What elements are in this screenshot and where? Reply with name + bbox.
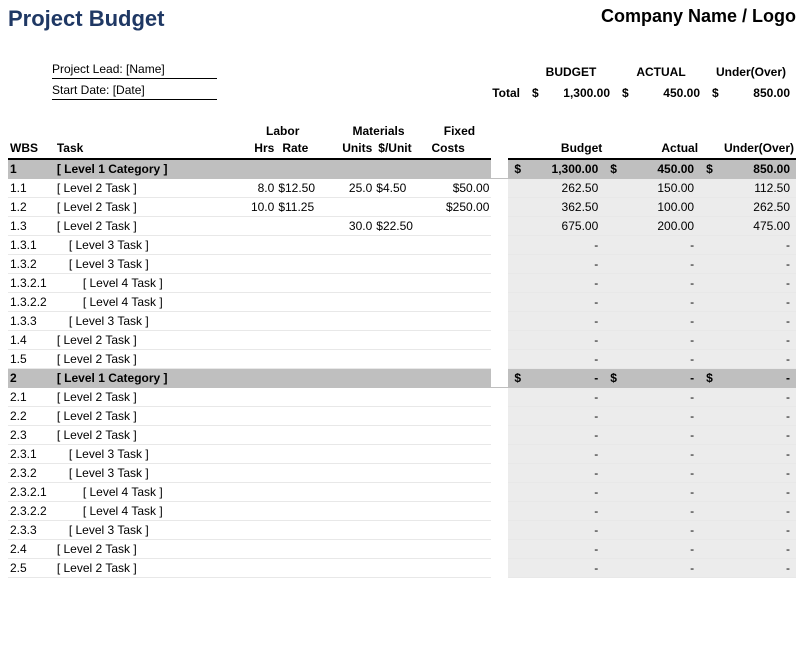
group-fixed: Fixed [428,114,492,139]
table-row[interactable]: 2.3.2.2[ Level 4 Task ]--- [8,502,796,521]
category-row[interactable]: 2[ Level 1 Category ]$-$-$- [8,369,796,388]
start-date-field[interactable]: Start Date: [Date] [52,83,217,100]
totals-underover: $850.00 [706,86,796,100]
table-row[interactable]: 2.3.2.1[ Level 4 Task ]--- [8,483,796,502]
table-row[interactable]: 2.5[ Level 2 Task ]--- [8,559,796,578]
table-row[interactable]: 1.3.3[ Level 3 Task ]--- [8,312,796,331]
table-row[interactable]: 2.3[ Level 2 Task ]--- [8,426,796,445]
col-units: Units [330,139,375,159]
table-row[interactable]: 1.3.2.2[ Level 4 Task ]--- [8,293,796,312]
table-row[interactable]: 1.1[ Level 2 Task ]8.0$12.5025.0$4.50$50… [8,179,796,198]
category-row[interactable]: 1[ Level 1 Category ]$1,300.00$450.00$85… [8,159,796,179]
table-row[interactable]: 1.3.1[ Level 3 Task ]--- [8,236,796,255]
budget-table: Labor Materials Fixed WBS Task Hrs Rate … [8,114,796,578]
col-uo: Under(Over) [700,139,796,159]
col-rate: Rate [276,139,329,159]
table-row[interactable]: 1.3.2.1[ Level 4 Task ]--- [8,274,796,293]
totals-budget: $1,300.00 [526,86,616,100]
table-row[interactable]: 2.2[ Level 2 Task ]--- [8,407,796,426]
table-row[interactable]: 1.5[ Level 2 Task ]--- [8,350,796,369]
col-hrs: Hrs [236,139,276,159]
totals-header-actual: ACTUAL [616,65,706,79]
col-punit: $/Unit [374,139,427,159]
col-wbs: WBS [8,139,55,159]
col-budget: Budget [508,139,604,159]
project-lead-field[interactable]: Project Lead: [Name] [52,62,217,79]
table-row[interactable]: 1.2[ Level 2 Task ]10.0$11.25$250.00362.… [8,198,796,217]
col-fcosts: Costs [428,139,492,159]
totals-actual: $450.00 [616,86,706,100]
company-name: Company Name / Logo [601,6,796,27]
table-row[interactable]: 1.4[ Level 2 Task ]--- [8,331,796,350]
group-labor: Labor [236,114,330,139]
table-row[interactable]: 2.4[ Level 2 Task ]--- [8,540,796,559]
totals-label: Total [492,86,520,100]
table-row[interactable]: 2.3.2[ Level 3 Task ]--- [8,464,796,483]
table-row[interactable]: 1.3.2[ Level 3 Task ]--- [8,255,796,274]
table-row[interactable]: 2.1[ Level 2 Task ]--- [8,388,796,407]
page-title: Project Budget [8,6,164,32]
col-task: Task [55,139,236,159]
totals-header-underover: Under(Over) [706,65,796,79]
table-row[interactable]: 2.3.3[ Level 3 Task ]--- [8,521,796,540]
group-materials: Materials [330,114,428,139]
table-row[interactable]: 1.3[ Level 2 Task ]30.0$22.50675.00200.0… [8,217,796,236]
table-row[interactable]: 2.3.1[ Level 3 Task ]--- [8,445,796,464]
col-actual: Actual [604,139,700,159]
totals-header-budget: BUDGET [526,65,616,79]
